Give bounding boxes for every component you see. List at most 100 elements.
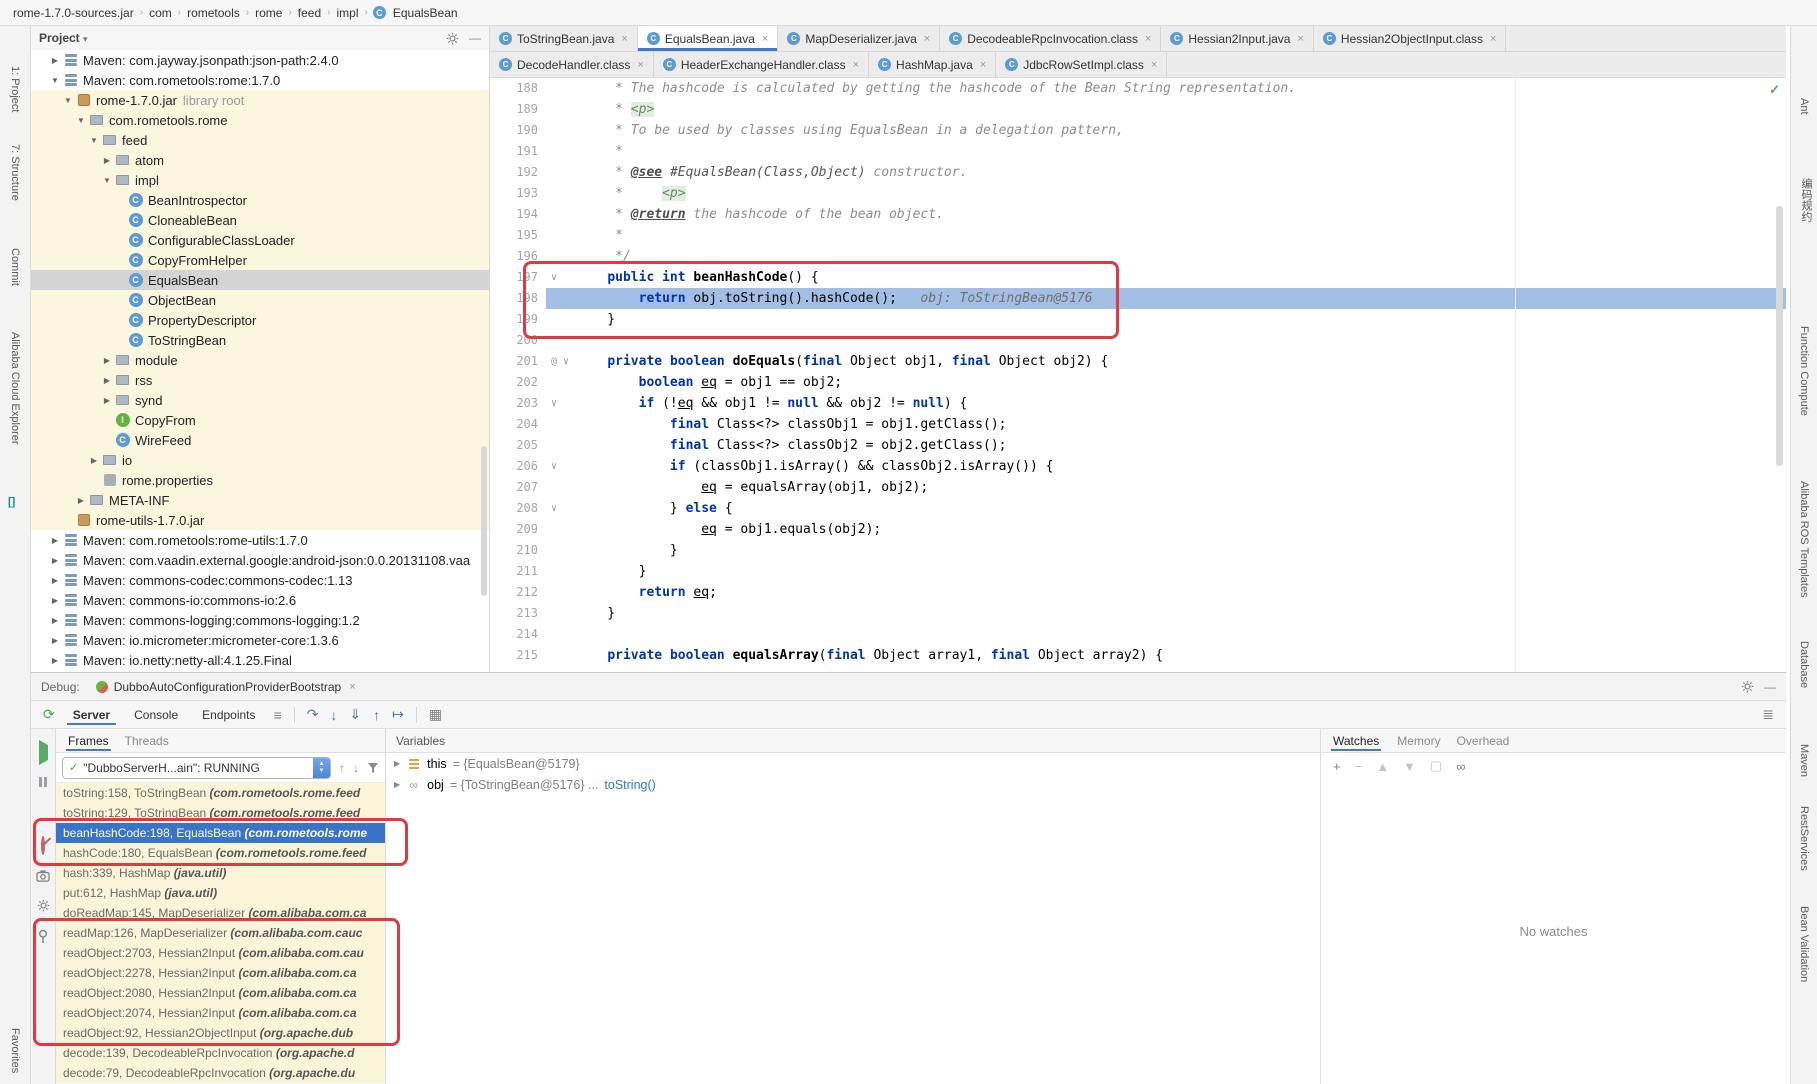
chevron-down-icon[interactable]: ▼ bbox=[100, 176, 114, 185]
editor-tab-hessian2objectinput-class[interactable]: CHessian2ObjectInput.class× bbox=[1314, 26, 1507, 51]
editor-tab-hashmap-java[interactable]: CHashMap.java× bbox=[869, 52, 996, 77]
chevron-right-icon[interactable]: ▶ bbox=[48, 576, 62, 585]
chevron-right-icon[interactable]: ▶ bbox=[48, 556, 62, 565]
toolwindow-button-alibaba-cloud-explorer[interactable]: Alibaba Cloud Explorer bbox=[9, 332, 21, 445]
project-tree-item-maven-com-rometools-rome-utils-1-7-0[interactable]: ▶Maven: com.rometools:rome-utils:1.7.0 bbox=[31, 530, 489, 550]
menu-icon[interactable]: ≡ bbox=[274, 707, 282, 723]
project-tree-item-atom[interactable]: ▶atom bbox=[31, 150, 489, 170]
chevron-down-icon[interactable]: ▼ bbox=[87, 136, 101, 145]
stack-frame[interactable]: readObject:92, Hessian2ObjectInput (org.… bbox=[56, 1023, 385, 1043]
project-tree-item-maven-commons-codec-commons-codec-1-13[interactable]: ▶Maven: commons-codec:commons-codec:1.13 bbox=[31, 570, 489, 590]
project-tree-item-copyfrom[interactable]: ICopyFrom bbox=[31, 410, 489, 430]
chevron-right-icon[interactable]: ▶ bbox=[48, 536, 62, 545]
breadcrumb-item-rome[interactable]: rome bbox=[252, 6, 285, 20]
stack-frame[interactable]: readObject:2080, Hessian2Input (com.alib… bbox=[56, 983, 385, 1003]
frame-up-icon[interactable]: ↑ bbox=[339, 761, 345, 775]
stack-frame[interactable]: decode:139, DecodeableRpcInvocation (org… bbox=[56, 1043, 385, 1063]
editor-tab-tostringbean-java[interactable]: CToStringBean.java× bbox=[490, 26, 638, 51]
stack-frame[interactable]: hash:339, HashMap (java.util) bbox=[56, 863, 385, 883]
toolwindow-button-function-compute[interactable]: Function Compute bbox=[1798, 326, 1810, 416]
filter-icon[interactable] bbox=[367, 762, 379, 774]
project-tree-item-equalsbean[interactable]: CEqualsBean bbox=[31, 270, 489, 290]
toolwindow-button-commit[interactable]: Commit bbox=[9, 248, 21, 286]
hide-panel-icon[interactable]: — bbox=[469, 31, 481, 45]
close-icon[interactable]: × bbox=[1490, 33, 1496, 45]
breadcrumb-item-equalsbean[interactable]: EqualsBean bbox=[390, 6, 461, 20]
add-watch-icon[interactable]: + bbox=[1333, 759, 1341, 774]
watches-tab-memory[interactable]: Memory bbox=[1397, 734, 1440, 748]
stack-frame[interactable]: hashCode:180, EqualsBean (com.rometools.… bbox=[56, 843, 385, 863]
run-to-cursor-icon[interactable]: ↦ bbox=[392, 706, 404, 723]
inspections-ok-icon[interactable]: ✓ bbox=[1769, 82, 1780, 98]
project-tree-item-copyfromhelper[interactable]: CCopyFromHelper bbox=[31, 250, 489, 270]
chevron-right-icon[interactable]: ▶ bbox=[48, 616, 62, 625]
fold-marker-icon[interactable]: @ ∨ bbox=[546, 351, 576, 372]
toolwindow-button-ant[interactable]: Ant bbox=[1798, 98, 1810, 115]
project-tree-item-maven-commons-io-commons-io-2-6[interactable]: ▶Maven: commons-io:commons-io:2.6 bbox=[31, 590, 489, 610]
editor-tab-mapdeserializer-java[interactable]: CMapDeserializer.java× bbox=[778, 26, 940, 51]
close-icon[interactable]: × bbox=[853, 59, 859, 71]
duplicate-watch-icon[interactable]: ▢ bbox=[1430, 758, 1442, 774]
close-icon[interactable]: × bbox=[762, 33, 768, 45]
debug-settings-button[interactable] bbox=[37, 899, 50, 912]
toolwindow-button-favorites[interactable]: Favorites bbox=[9, 1028, 21, 1073]
chevron-right-icon[interactable]: ▶ bbox=[48, 596, 62, 605]
project-tree-item-beanintrospector[interactable]: CBeanIntrospector bbox=[31, 190, 489, 210]
project-tree-item-meta-inf[interactable]: ▶META-INF bbox=[31, 490, 489, 510]
close-icon[interactable]: × bbox=[621, 33, 627, 45]
toolwindow-button-1-project[interactable]: 1: Project bbox=[9, 66, 21, 112]
evaluate-expression-icon[interactable]: ▦ bbox=[429, 706, 442, 723]
breadcrumb-item-com[interactable]: com bbox=[146, 6, 175, 20]
chevron-right-icon[interactable]: ▶ bbox=[48, 636, 62, 645]
mute-breakpoints-button[interactable] bbox=[41, 838, 45, 853]
project-tree-item-cloneablebean[interactable]: CCloneableBean bbox=[31, 210, 489, 230]
close-icon[interactable]: × bbox=[1297, 33, 1303, 45]
scrollbar[interactable] bbox=[1776, 206, 1783, 466]
project-tree-item-synd[interactable]: ▶synd bbox=[31, 390, 489, 410]
breadcrumb-item-rometools[interactable]: rometools bbox=[184, 6, 243, 20]
toolwindow-button-alibaba-ros-templates[interactable]: Alibaba ROS Templates bbox=[1798, 481, 1810, 598]
close-icon[interactable]: × bbox=[1151, 59, 1157, 71]
move-up-icon[interactable]: ▲ bbox=[1376, 759, 1389, 774]
chevron-right-icon[interactable]: ▶ bbox=[48, 656, 62, 665]
close-icon[interactable]: × bbox=[637, 59, 643, 71]
stack-frame[interactable]: doReadMap:145, MapDeserializer (com.alib… bbox=[56, 903, 385, 923]
fold-marker-icon[interactable]: ∨ bbox=[546, 456, 576, 477]
chevron-down-icon[interactable]: ▼ bbox=[48, 76, 62, 85]
view-tab-server[interactable]: Server bbox=[67, 705, 116, 725]
tostring-link[interactable]: toString() bbox=[604, 778, 655, 792]
code-editor[interactable]: 188 * The hashcode is calculated by gett… bbox=[490, 78, 1786, 672]
pause-button[interactable] bbox=[39, 777, 47, 787]
stack-frame[interactable]: readObject:2074, Hessian2Input (com.alib… bbox=[56, 1003, 385, 1023]
editor-tab-equalsbean-java[interactable]: CEqualsBean.java× bbox=[638, 26, 779, 51]
chevron-right-icon[interactable]: ▶ bbox=[100, 396, 114, 405]
project-tree-item-wirefeed[interactable]: CWireFeed bbox=[31, 430, 489, 450]
breadcrumb-item-feed[interactable]: feed bbox=[295, 6, 324, 20]
chevron-right-icon[interactable]: ▶ bbox=[100, 156, 114, 165]
step-into-icon[interactable]: ↓ bbox=[330, 707, 337, 723]
stack-frame[interactable]: decode:79, DecodeableRpcInvocation (org.… bbox=[56, 1063, 385, 1083]
project-tree-item-maven-io-micrometer-micrometer-core-1-3-6[interactable]: ▶Maven: io.micrometer:micrometer-core:1.… bbox=[31, 630, 489, 650]
project-tree-item-propertydescriptor[interactable]: CPropertyDescriptor bbox=[31, 310, 489, 330]
force-step-into-icon[interactable]: ⇓ bbox=[349, 706, 361, 723]
move-down-icon[interactable]: ▼ bbox=[1403, 759, 1416, 774]
stack-frame[interactable]: beanHashCode:198, EqualsBean (com.rometo… bbox=[56, 823, 385, 843]
thread-dump-button[interactable] bbox=[36, 870, 50, 882]
project-tree-item-feed[interactable]: ▼feed bbox=[31, 130, 489, 150]
project-tree-item-maven-com-vaadin-external-google-android-json-0-0-20131108-vaa[interactable]: ▶Maven: com.vaadin.external.google:andro… bbox=[31, 550, 489, 570]
project-tree-item-rome-properties[interactable]: rome.properties bbox=[31, 470, 489, 490]
stack-frame[interactable]: put:612, HashMap (java.util) bbox=[56, 883, 385, 903]
stack-frame[interactable]: toString:129, ToStringBean (com.rometool… bbox=[56, 803, 385, 823]
project-tree-item-rome-utils-1-7-0-jar[interactable]: rome-utils-1.7.0.jar bbox=[31, 510, 489, 530]
project-panel-title[interactable]: Project ▾ bbox=[39, 31, 88, 45]
chevron-down-icon[interactable]: ▼ bbox=[74, 116, 88, 125]
project-tree-item-rome-1-7-0-jar[interactable]: ▼rome-1.7.0.jarlibrary root bbox=[31, 90, 489, 110]
editor-tab-headerexchangehandler-class[interactable]: CHeaderExchangeHandler.class× bbox=[654, 52, 869, 77]
project-tree-item-configurableclassloader[interactable]: CConfigurableClassLoader bbox=[31, 230, 489, 250]
editor-tab-decodehandler-class[interactable]: CDecodeHandler.class× bbox=[490, 52, 654, 77]
show-watches-icon[interactable]: ∞ bbox=[1456, 759, 1465, 774]
step-out-icon[interactable]: ↑ bbox=[373, 707, 380, 723]
settings-icon[interactable] bbox=[446, 32, 459, 45]
toolwindow-button-maven[interactable]: Maven bbox=[1798, 744, 1810, 777]
project-tree-item-io[interactable]: ▶io bbox=[31, 450, 489, 470]
